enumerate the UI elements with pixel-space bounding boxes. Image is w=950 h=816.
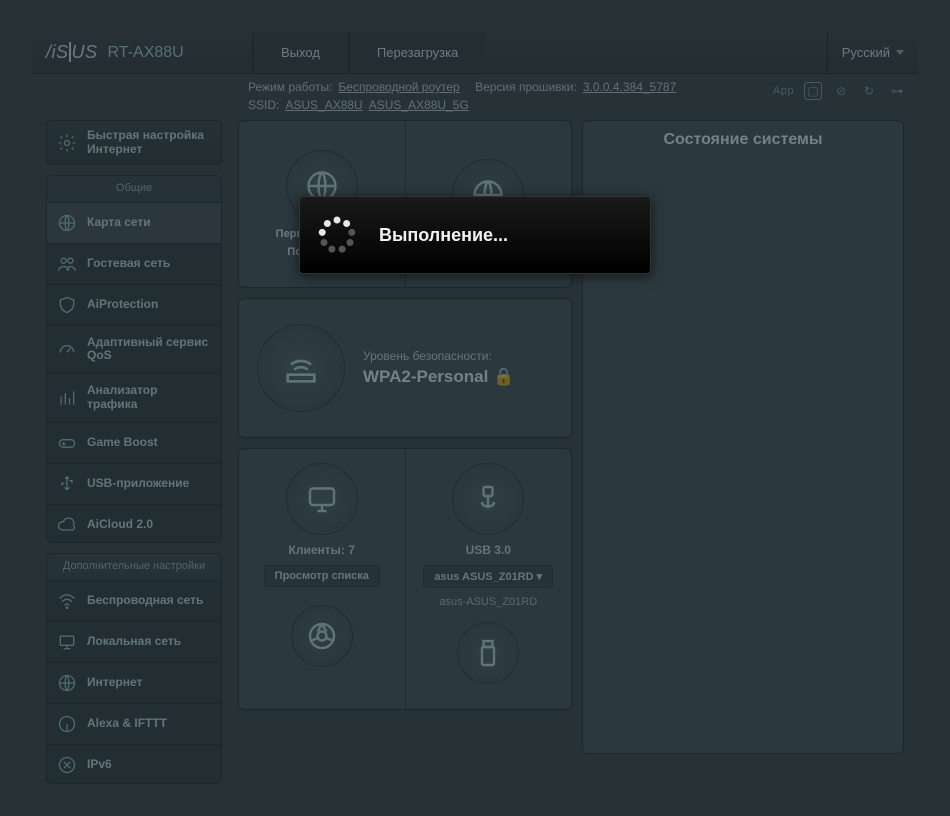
loading-dialog: Выполнение... [299, 196, 651, 274]
loading-text: Выполнение... [379, 225, 508, 246]
spinner-icon [317, 215, 357, 255]
loading-overlay: Выполнение... [0, 0, 950, 816]
